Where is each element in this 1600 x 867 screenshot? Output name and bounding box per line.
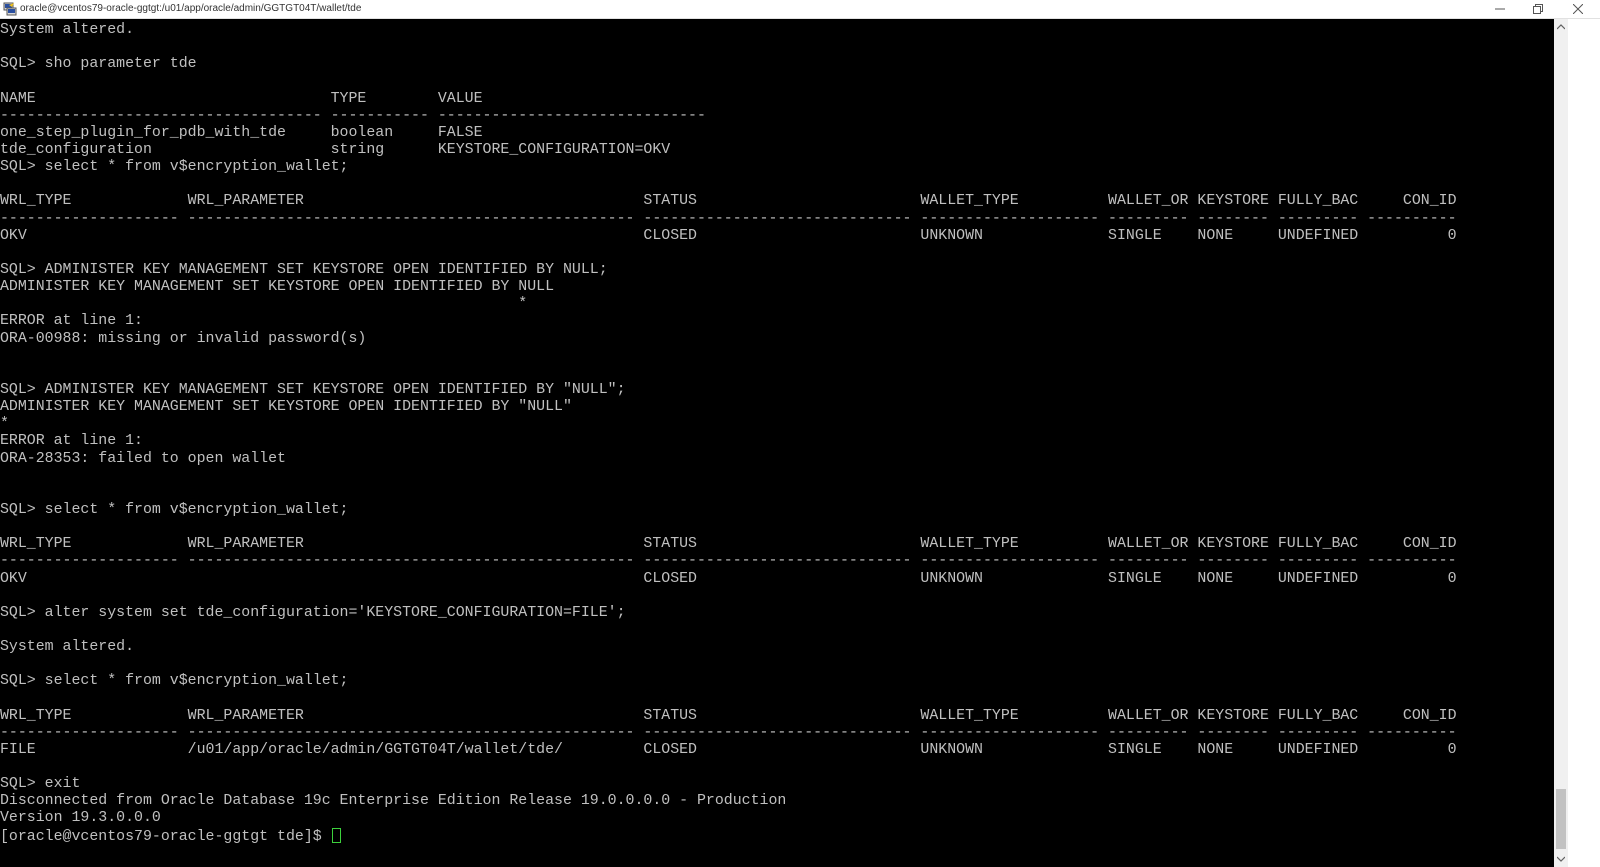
terminal-line: SQL> sho parameter tde bbox=[0, 56, 197, 73]
terminal-line: -------------------- -------------------… bbox=[0, 724, 1457, 741]
restore-button[interactable] bbox=[1516, 0, 1560, 18]
terminal-line: SQL> ADMINISTER KEY MANAGEMENT SET KEYST… bbox=[0, 261, 608, 278]
terminal-line: Disconnected from Oracle Database 19c En… bbox=[0, 793, 787, 810]
close-icon bbox=[1573, 4, 1583, 14]
terminal-line: tde_configuration string KEYSTORE_CONFIG… bbox=[0, 141, 671, 158]
terminal-line: -------------------- -------------------… bbox=[0, 210, 1457, 227]
scrollbar[interactable] bbox=[1554, 19, 1568, 867]
terminal-line: SQL> alter system set tde_configuration=… bbox=[0, 604, 626, 621]
terminal-line: SQL> select * from v$encryption_wallet; bbox=[0, 159, 349, 176]
window-edge bbox=[1568, 19, 1600, 867]
terminal-line: WRL_TYPE WRL_PARAMETER STATUS WALLET_TYP… bbox=[0, 193, 1457, 210]
scroll-down-button[interactable] bbox=[1554, 851, 1568, 867]
scrollbar-thumb[interactable] bbox=[1556, 789, 1566, 849]
terminal-line: ADMINISTER KEY MANAGEMENT SET KEYSTORE O… bbox=[0, 399, 572, 416]
title-bar[interactable]: oracle@vcentos79-oracle-ggtgt:/u01/app/o… bbox=[0, 0, 1600, 19]
terminal-line: SQL> ADMINISTER KEY MANAGEMENT SET KEYST… bbox=[0, 381, 626, 398]
terminal-line: OKV CLOSED UNKNOWN SINGLE NONE UNDEFINED… bbox=[0, 227, 1457, 244]
terminal-line: OKV CLOSED UNKNOWN SINGLE NONE UNDEFINED… bbox=[0, 570, 1457, 587]
terminal-line: * bbox=[0, 416, 9, 433]
restore-icon bbox=[1533, 4, 1543, 14]
terminal-line: one_step_plugin_for_pdb_with_tde boolean… bbox=[0, 124, 483, 141]
shell-prompt-line: [oracle@vcentos79-oracle-ggtgt tde]$ bbox=[0, 827, 1457, 845]
terminal-line: Version 19.3.0.0.0 bbox=[0, 810, 161, 827]
minimize-icon bbox=[1495, 8, 1505, 10]
scroll-up-button[interactable] bbox=[1554, 19, 1568, 35]
terminal-line: -------------------- -------------------… bbox=[0, 553, 1457, 570]
terminal-line: WRL_TYPE WRL_PARAMETER STATUS WALLET_TYP… bbox=[0, 707, 1457, 724]
terminal-line: ORA-28353: failed to open wallet bbox=[0, 450, 286, 467]
terminal-line: NAME TYPE VALUE bbox=[0, 90, 483, 107]
terminal-line: System altered. bbox=[0, 22, 135, 38]
terminal-line: ERROR at line 1: bbox=[0, 433, 143, 450]
terminal-line: * bbox=[0, 296, 528, 313]
terminal-line: ORA-00988: missing or invalid password(s… bbox=[0, 330, 367, 347]
terminal-line: ------------------------------------ ---… bbox=[0, 107, 706, 124]
shell-prompt: [oracle@vcentos79-oracle-ggtgt tde]$ bbox=[0, 828, 331, 845]
terminal-line: System altered. bbox=[0, 639, 135, 656]
chevron-down-icon bbox=[1557, 856, 1565, 862]
text-cursor bbox=[331, 827, 341, 843]
terminal-window: oracle@vcentos79-oracle-ggtgt:/u01/app/o… bbox=[0, 0, 1600, 867]
terminal-output: System altered. SQL> sho parameter tde NAM… bbox=[0, 22, 1457, 845]
terminal-line: ADMINISTER KEY MANAGEMENT SET KEYSTORE O… bbox=[0, 279, 555, 296]
terminal-screen[interactable]: System altered. SQL> sho parameter tde NAM… bbox=[0, 19, 1554, 867]
terminal-line: FILE /u01/app/oracle/admin/GGTGT04T/wall… bbox=[0, 741, 1457, 758]
terminal-line: SQL> select * from v$encryption_wallet; bbox=[0, 501, 349, 518]
close-button[interactable] bbox=[1556, 0, 1600, 18]
putty-icon[interactable] bbox=[3, 2, 17, 16]
chevron-up-icon bbox=[1557, 24, 1565, 30]
terminal-line: ERROR at line 1: bbox=[0, 313, 143, 330]
window-title: oracle@vcentos79-oracle-ggtgt:/u01/app/o… bbox=[20, 3, 362, 14]
terminal-line: SQL> select * from v$encryption_wallet; bbox=[0, 673, 349, 690]
terminal-line: WRL_TYPE WRL_PARAMETER STATUS WALLET_TYP… bbox=[0, 536, 1457, 553]
terminal-line: SQL> exit bbox=[0, 776, 81, 793]
